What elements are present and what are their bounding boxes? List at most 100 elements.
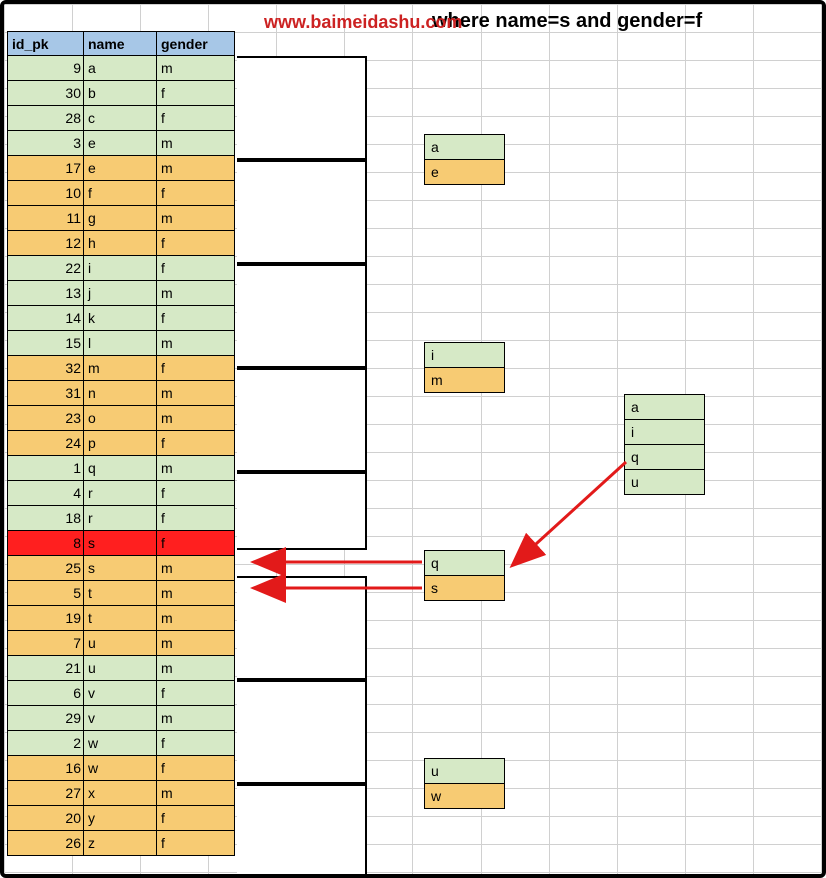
branch-cell: u [425, 759, 505, 784]
cell-gender: m [157, 56, 235, 81]
page-block-4 [237, 368, 367, 472]
table-row: 32mf [8, 356, 235, 381]
table-row: 7um [8, 631, 235, 656]
cell-gender: m [157, 406, 235, 431]
table-row: 23om [8, 406, 235, 431]
branch-row: i [625, 420, 705, 445]
cell-name: y [84, 806, 157, 831]
branch-cell: w [425, 784, 505, 809]
page-block-1 [237, 56, 367, 160]
branch-row: e [425, 160, 505, 185]
cell-name: b [84, 81, 157, 106]
cell-name: f [84, 181, 157, 206]
cell-id: 31 [8, 381, 84, 406]
main-data-table: id_pk name gender 9am30bf28cf3em17em10ff… [7, 31, 235, 856]
table-row: 18rf [8, 506, 235, 531]
cell-gender: m [157, 156, 235, 181]
cell-id: 5 [8, 581, 84, 606]
cell-id: 11 [8, 206, 84, 231]
cell-name: q [84, 456, 157, 481]
table-row: 21um [8, 656, 235, 681]
cell-name: v [84, 706, 157, 731]
branch-row: m [425, 368, 505, 393]
cell-id: 14 [8, 306, 84, 331]
cell-gender: f [157, 431, 235, 456]
branch-row: q [625, 445, 705, 470]
table-row: 10ff [8, 181, 235, 206]
cell-name: j [84, 281, 157, 306]
cell-id: 1 [8, 456, 84, 481]
table-row: 17em [8, 156, 235, 181]
cell-gender: m [157, 706, 235, 731]
branch-cell: q [625, 445, 705, 470]
cell-name: w [84, 756, 157, 781]
cell-name: t [84, 581, 157, 606]
cell-id: 7 [8, 631, 84, 656]
cell-gender: f [157, 681, 235, 706]
cell-gender: f [157, 231, 235, 256]
table-row: 25sm [8, 556, 235, 581]
table-row: 3em [8, 131, 235, 156]
branch-cell: q [425, 551, 505, 576]
page-block-2 [237, 160, 367, 264]
cell-id: 4 [8, 481, 84, 506]
cell-id: 21 [8, 656, 84, 681]
cell-id: 10 [8, 181, 84, 206]
cell-name: z [84, 831, 157, 856]
branch-row: s [425, 576, 505, 601]
table-row: 27xm [8, 781, 235, 806]
table-row: 26zf [8, 831, 235, 856]
branch-cell: u [625, 470, 705, 495]
branch-row: a [425, 135, 505, 160]
cell-gender: f [157, 481, 235, 506]
cell-id: 24 [8, 431, 84, 456]
table-row: 24pf [8, 431, 235, 456]
cell-id: 22 [8, 256, 84, 281]
cell-id: 2 [8, 731, 84, 756]
table-row: 2wf [8, 731, 235, 756]
cell-gender: m [157, 206, 235, 231]
cell-id: 3 [8, 131, 84, 156]
cell-id: 6 [8, 681, 84, 706]
table-header-row: id_pk name gender [8, 32, 235, 56]
cell-name: k [84, 306, 157, 331]
branch-box-3: aiqu [624, 394, 705, 495]
cell-gender: f [157, 81, 235, 106]
cell-id: 32 [8, 356, 84, 381]
cell-id: 8 [8, 531, 84, 556]
query-title: where name=s and gender=f [432, 10, 702, 33]
cell-id: 29 [8, 706, 84, 731]
table-row: 6vf [8, 681, 235, 706]
cell-id: 15 [8, 331, 84, 356]
header-id: id_pk [8, 32, 84, 56]
branch-row: u [425, 759, 505, 784]
table-row: 20yf [8, 806, 235, 831]
branch-row: q [425, 551, 505, 576]
branch-box-1: ae [424, 134, 505, 185]
cell-id: 27 [8, 781, 84, 806]
cell-gender: m [157, 281, 235, 306]
cell-name: i [84, 256, 157, 281]
cell-name: c [84, 106, 157, 131]
page-block-6 [237, 576, 367, 680]
cell-gender: f [157, 531, 235, 556]
branch-row: u [625, 470, 705, 495]
table-row: 4rf [8, 481, 235, 506]
branch-cell: a [425, 135, 505, 160]
cell-gender: m [157, 331, 235, 356]
cell-gender: m [157, 131, 235, 156]
table-row: 13jm [8, 281, 235, 306]
branch-row: i [425, 343, 505, 368]
table-row: 22if [8, 256, 235, 281]
cell-gender: m [157, 456, 235, 481]
cell-gender: f [157, 306, 235, 331]
cell-id: 23 [8, 406, 84, 431]
table-row: 11gm [8, 206, 235, 231]
watermark-text: www.baimeidashu.com [264, 12, 462, 33]
cell-id: 16 [8, 756, 84, 781]
cell-gender: f [157, 831, 235, 856]
cell-name: l [84, 331, 157, 356]
cell-name: p [84, 431, 157, 456]
table-row: 12hf [8, 231, 235, 256]
cell-id: 9 [8, 56, 84, 81]
